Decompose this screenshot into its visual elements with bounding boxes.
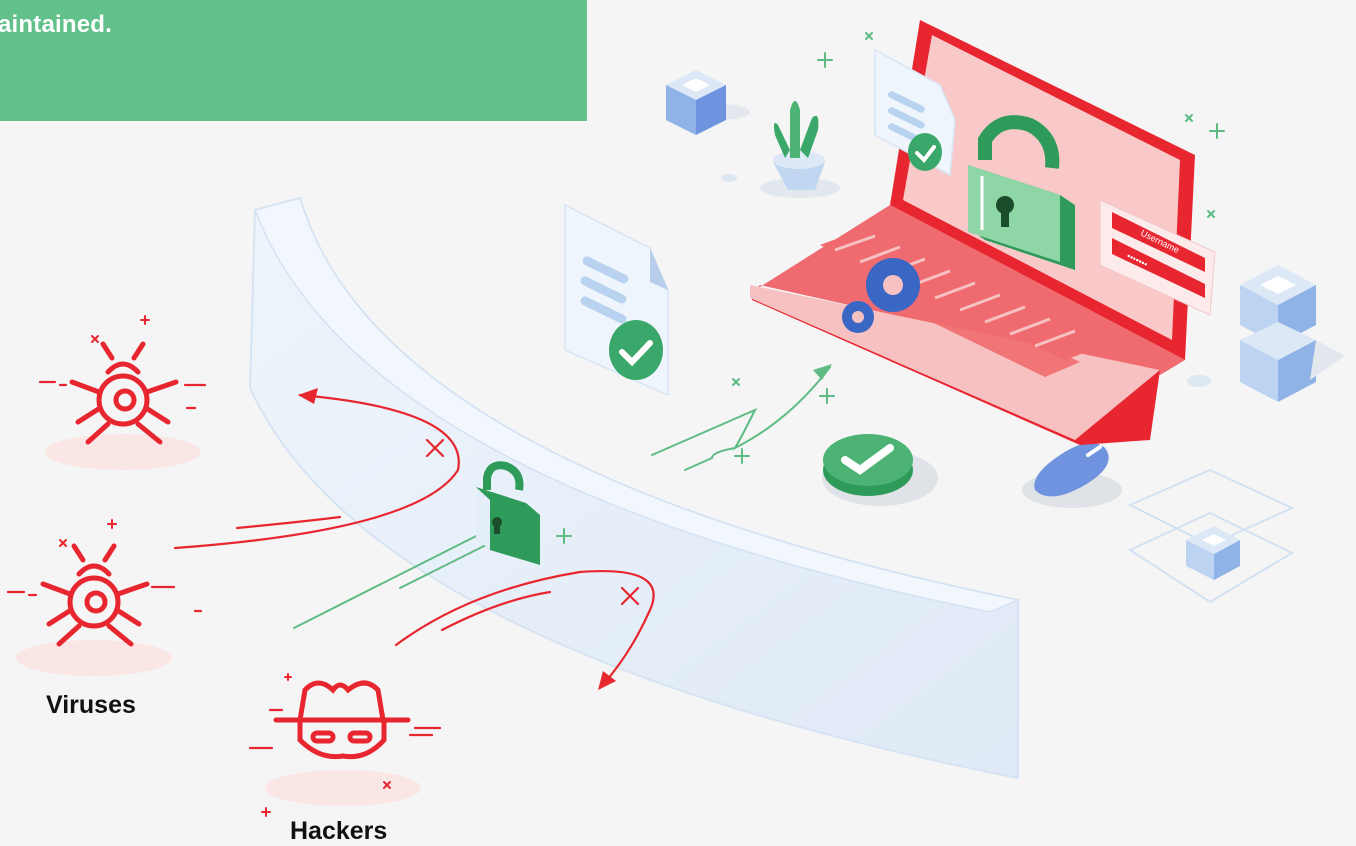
floating-dot <box>1187 375 1211 387</box>
hackers-label: Hackers <box>290 817 388 845</box>
cube-icon-platform <box>1127 468 1295 604</box>
virus-bug-icon-top <box>38 315 207 470</box>
document-check-icon <box>564 203 669 397</box>
viruses-label: Viruses <box>46 691 136 719</box>
plant-icon <box>760 101 840 198</box>
cube-icon-top-left <box>666 70 750 135</box>
security-illustration: Username ••••••• <box>6 20 1345 817</box>
floating-dot <box>721 174 737 182</box>
hacker-icon <box>248 673 442 817</box>
virus-bug-icon-bottom <box>6 519 203 676</box>
check-badge-icon <box>822 434 938 506</box>
mouse-icon <box>1022 442 1122 508</box>
cube-icon-right-stack <box>1240 265 1345 402</box>
